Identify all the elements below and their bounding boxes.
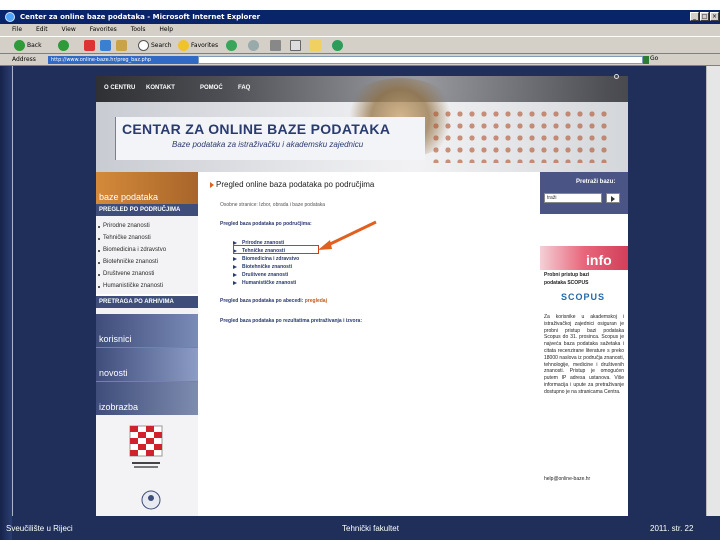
menu-edit[interactable]: Edit	[36, 24, 48, 36]
nav-pomoc[interactable]: POMOĆ	[200, 85, 223, 91]
window-titlebar: Center za online baze podataka - Microso…	[0, 10, 720, 24]
mail-icon	[248, 40, 259, 51]
nav-kontakt[interactable]: KONTAKT	[146, 85, 175, 91]
toolbar: Back Search Favorites	[0, 36, 720, 54]
back-button[interactable]: Back	[14, 40, 42, 52]
sidebar-item-humanisticke[interactable]: Humanističke znanosti	[97, 283, 163, 289]
menu-file[interactable]: File	[12, 24, 22, 36]
magnifier-icon	[138, 40, 149, 51]
sidebar-item-biomedicina[interactable]: Biomedicina i zdravstvo	[97, 247, 166, 253]
address-input-field[interactable]	[198, 56, 643, 64]
back-arrow-icon	[14, 40, 25, 51]
media-icon	[226, 40, 237, 51]
vertical-scrollbar[interactable]	[706, 66, 720, 516]
favorites-button[interactable]: Favorites	[178, 40, 218, 52]
close-button[interactable]: ×	[710, 12, 719, 21]
info-body-text: Za korisnike u akademskoj i istraživačko…	[544, 314, 624, 395]
sidebar-izobrazba[interactable]: izobrazba	[96, 382, 198, 415]
croatian-coat-of-arms-icon	[129, 425, 163, 468]
left-frame	[0, 66, 12, 540]
maximize-button[interactable]: □	[700, 12, 709, 21]
stop-button[interactable]	[84, 40, 97, 52]
category-humanisticke[interactable]: Humanističke znanosti	[232, 280, 296, 286]
search-button[interactable]: Search	[138, 40, 172, 52]
search-label: Pretraži bazu:	[576, 179, 616, 185]
frame-divider	[12, 66, 13, 516]
sidebar-korisnici[interactable]: korisnici	[96, 314, 198, 347]
sidebar-list-title: PREGLED PO PODRUČJIMA	[96, 204, 198, 216]
mail-button[interactable]	[248, 40, 261, 52]
site-subtitle: Baze podataka za istraživačku i akademsk…	[172, 140, 364, 149]
printer-icon	[270, 40, 281, 51]
menu-tools[interactable]: Tools	[131, 24, 146, 36]
menu-favorites[interactable]: Favorites	[90, 24, 117, 36]
edit-button[interactable]	[290, 40, 303, 52]
page-icon	[290, 40, 301, 51]
info-line-2[interactable]: podataka SCOPUS	[544, 280, 588, 286]
messenger-icon	[332, 40, 343, 51]
decorative-pattern	[430, 108, 610, 163]
messenger-button[interactable]	[332, 40, 345, 52]
external-link-icon[interactable]	[614, 74, 619, 79]
alphabet-link[interactable]: pregledaj	[305, 298, 327, 304]
search-go-button[interactable]	[606, 193, 620, 203]
print-button[interactable]	[270, 40, 283, 52]
footer-faculty: Tehnički fakultet	[342, 524, 399, 533]
info-title: info	[586, 252, 612, 268]
by-alphabet-label: Pregled baza podataka po abecedi: pregle…	[220, 298, 327, 304]
sidebar-baze-header: baze podataka	[96, 172, 198, 205]
red-pointer-arrow-icon	[318, 220, 377, 250]
scopus-logo[interactable]: SCOPUS	[548, 289, 618, 305]
sidebar-novosti[interactable]: novosti	[96, 348, 198, 381]
stop-icon	[84, 40, 95, 51]
by-results-label[interactable]: Pregled baza podataka po rezultatima pre…	[220, 318, 362, 324]
info-line-1[interactable]: Probni pristup bazi	[544, 272, 589, 278]
ie-logo-icon	[5, 12, 15, 22]
star-icon	[178, 40, 189, 51]
sidebar-item-prirodne[interactable]: Prirodne znanosti	[98, 223, 150, 229]
home-icon	[116, 40, 127, 51]
go-button[interactable]: Go	[650, 55, 658, 62]
sidebar-item-drustvene[interactable]: Društvene znanosti	[97, 271, 154, 277]
address-label: Address	[12, 56, 36, 63]
info-header	[540, 246, 628, 270]
forward-button[interactable]	[58, 40, 71, 52]
footer-university: Sveučilište u Rijeci	[6, 524, 73, 533]
folder-button[interactable]	[310, 40, 323, 52]
main-heading: Pregled online baza podataka po područji…	[209, 180, 375, 189]
main-breadcrumb[interactable]: Osobne stranice: Izbor, obrada i baze po…	[220, 202, 325, 208]
refresh-button[interactable]	[100, 40, 113, 52]
folder-icon	[310, 40, 321, 51]
sidebar-item-tehnicke[interactable]: Tehničke znanosti	[98, 235, 151, 241]
info-contact[interactable]: help@online-baze.hr	[544, 476, 590, 482]
category-drustvene[interactable]: Društvene znanosti	[232, 272, 288, 278]
search-input[interactable]: traži	[544, 193, 602, 203]
address-input[interactable]: http://www.online-baze.hr/preg_baz.php	[48, 56, 198, 64]
refresh-icon	[100, 40, 111, 51]
menu-help[interactable]: Help	[159, 24, 173, 36]
media-button[interactable]	[226, 40, 239, 52]
nav-o-centru[interactable]: O CENTRU	[104, 85, 135, 91]
minimize-button[interactable]: _	[690, 12, 699, 21]
sidebar-item-biotehnicke[interactable]: Biotehničke znanosti	[97, 259, 158, 265]
category-biotehnicke[interactable]: Biotehničke znanosti	[232, 264, 292, 270]
forward-arrow-icon	[58, 40, 69, 51]
institution-logo-icon	[141, 490, 161, 510]
footer-page-number: 2011. str. 22	[650, 524, 694, 533]
menu-bar: File Edit View Favorites Tools Help	[0, 24, 720, 36]
go-arrow-icon	[643, 56, 649, 64]
home-button[interactable]	[116, 40, 129, 52]
menu-view[interactable]: View	[62, 24, 76, 36]
nav-faq[interactable]: FAQ	[238, 85, 250, 91]
window-title: Center za online baze podataka - Microso…	[20, 13, 261, 21]
sidebar-arhiv-title[interactable]: PRETRAGA PO ARHIVIMA	[96, 296, 198, 308]
site-title: CENTAR ZA ONLINE BAZE PODATAKA	[122, 121, 391, 137]
